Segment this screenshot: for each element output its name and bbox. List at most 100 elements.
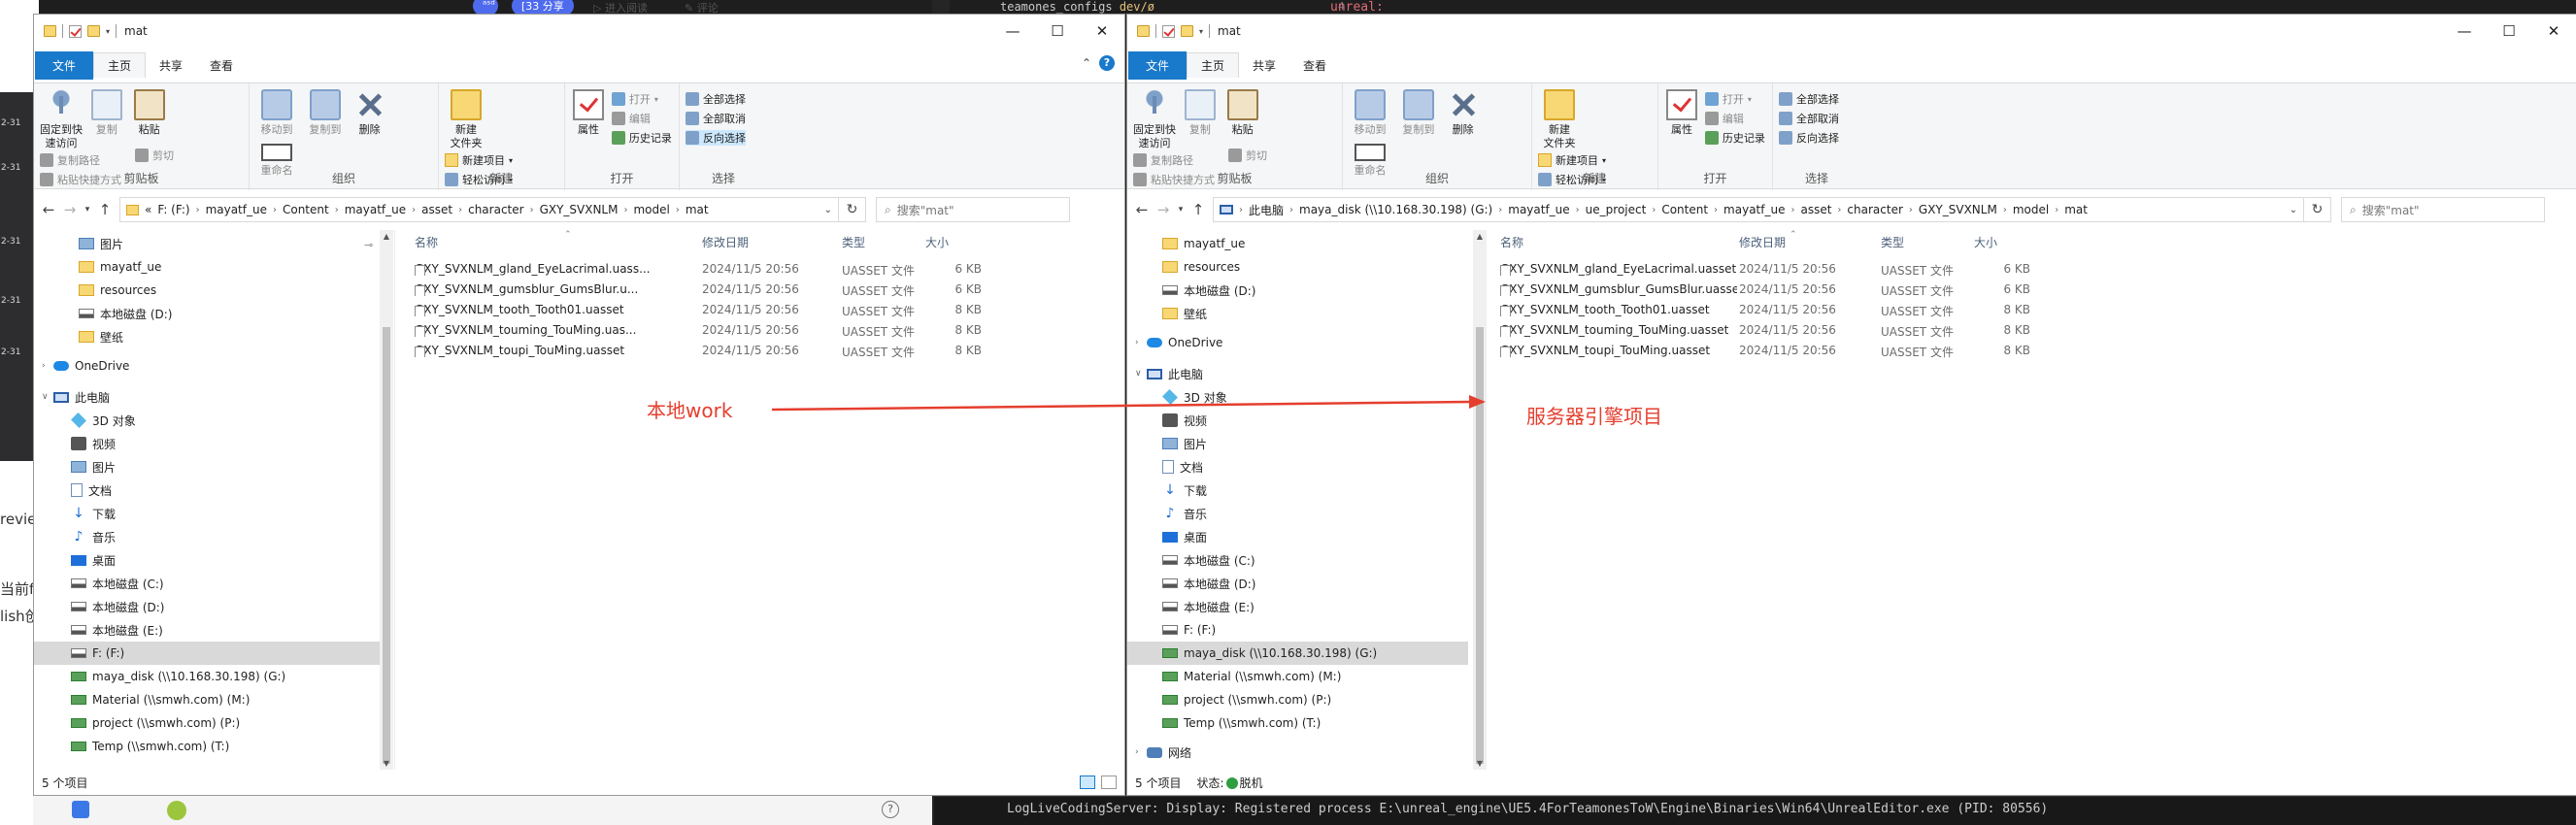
nav-item[interactable]: maya_disk (\\10.168.30.198) (G:) — [34, 665, 381, 688]
maximize-button[interactable]: ☐ — [1035, 15, 1080, 48]
move-to-button[interactable]: 移动到 — [255, 89, 298, 137]
new-folder-button[interactable]: 新建 文件夹 — [1538, 89, 1581, 150]
cut-button[interactable]: 剪切 — [135, 148, 174, 163]
nav-item[interactable]: 壁纸 — [34, 325, 381, 348]
address-dropdown-icon[interactable]: ⌄ — [2290, 205, 2297, 215]
chevron-right-icon[interactable]: › — [623, 205, 627, 215]
breadcrumb[interactable]: maya_disk (\\10.168.30.198) (G:) — [1299, 203, 1492, 216]
nav-item[interactable]: F: (F:) — [1127, 618, 1468, 642]
properties-icon[interactable] — [1162, 24, 1175, 38]
nav-item[interactable]: project (\\smwh.com) (P:) — [1127, 688, 1468, 711]
nav-item[interactable]: 图片 — [34, 455, 381, 478]
copy-to-button[interactable]: 复制到 — [304, 89, 347, 137]
breadcrumb[interactable]: GXY_SVXNLM — [540, 203, 619, 216]
forward-button[interactable]: → — [59, 201, 81, 218]
nav-item[interactable]: 3D 对象 — [34, 409, 381, 432]
thumb-up-icon[interactable] — [72, 801, 89, 818]
breadcrumb[interactable]: Content — [1661, 203, 1708, 216]
invert-selection-button[interactable]: 反向选择 — [1779, 130, 1839, 146]
select-all-button[interactable]: 全部选择 — [1779, 91, 1839, 107]
open-button[interactable]: 打开 ▾ — [611, 91, 672, 107]
nav-item[interactable]: › 网络 — [1127, 741, 1468, 764]
nav-item[interactable]: ∨ 此电脑 — [1127, 362, 1468, 385]
copy-to-button[interactable]: 复制到 — [1397, 89, 1440, 137]
nav-item[interactable]: mayatf_ue — [34, 255, 381, 279]
properties-button[interactable]: 属性 — [1664, 89, 1699, 137]
nav-item[interactable]: 本地磁盘 (E:) — [1127, 595, 1468, 618]
column-header-size[interactable]: 大小 — [925, 230, 949, 253]
expand-icon[interactable]: ∨ — [42, 392, 49, 402]
breadcrumb[interactable]: asset — [1800, 203, 1831, 216]
chevron-right-icon[interactable]: › — [2055, 205, 2058, 215]
breadcrumb[interactable]: model — [633, 203, 669, 216]
nav-item[interactable]: Material (\\smwh.com) (M:) — [1127, 665, 1468, 688]
breadcrumb[interactable]: asset — [421, 203, 452, 216]
paste-button[interactable]: 粘贴 — [1224, 89, 1261, 137]
nav-item[interactable]: 本地磁盘 (D:) — [34, 302, 381, 325]
edit-button[interactable]: 编辑 — [611, 111, 672, 126]
chevron-right-icon[interactable]: › — [1576, 205, 1580, 215]
tab-share[interactable]: 共享 — [1239, 53, 1289, 78]
nav-item[interactable]: 本地磁盘 (D:) — [1127, 572, 1468, 595]
tab-share[interactable]: 共享 — [146, 53, 196, 78]
recent-locations-dropdown[interactable]: ▾ — [81, 205, 94, 214]
file-row[interactable]: GXY_SVXNLM_toupi_TouMing.uasset 2024/11/5… — [1490, 341, 2576, 361]
breadcrumb[interactable]: GXY_SVXNLM — [1919, 203, 1997, 216]
file-row[interactable]: GXY_SVXNLM_gumsblur_GumsBlur.uasset 2024/… — [1490, 280, 2576, 300]
chevron-right-icon[interactable]: › — [1837, 205, 1841, 215]
nav-item[interactable]: Temp (\\smwh.com) (T:) — [34, 735, 381, 758]
breadcrumb[interactable]: mat — [686, 203, 709, 216]
nav-item[interactable]: 3D 对象 — [1127, 385, 1468, 409]
file-row[interactable]: GXY_SVXNLM_tooth_Tooth01.uasset 2024/11/5… — [403, 300, 1124, 320]
chevron-right-icon[interactable]: › — [196, 205, 200, 215]
delete-button[interactable]: 删除 — [352, 89, 387, 137]
chevron-right-icon[interactable]: › — [1909, 205, 1913, 215]
chevron-right-icon[interactable]: › — [1652, 205, 1656, 215]
nav-item[interactable]: 本地磁盘 (D:) — [34, 595, 381, 618]
file-row[interactable]: GXY_SVXNLM_gumsblur_GumsBlur.u... 2024/11… — [403, 280, 1124, 300]
move-to-button[interactable]: 移动到 — [1349, 89, 1391, 137]
chevron-right-icon[interactable]: › — [1135, 747, 1139, 757]
scrollbar-thumb[interactable] — [383, 327, 390, 764]
nav-item[interactable]: 桌面 — [34, 548, 381, 572]
properties-icon[interactable] — [69, 24, 82, 38]
chevron-right-icon[interactable]: › — [530, 205, 534, 215]
tab-file[interactable]: 文件 — [35, 50, 94, 80]
nav-item[interactable]: 视频 — [34, 432, 381, 455]
collapse-ribbon-icon[interactable]: ⌃ — [1082, 56, 1091, 70]
nav-item[interactable]: 图片 — [34, 232, 381, 255]
nav-item[interactable]: 图片 — [1127, 432, 1468, 455]
scroll-up-icon[interactable]: ▲ — [1473, 232, 1487, 241]
breadcrumb[interactable]: Content — [283, 203, 329, 216]
chevron-right-icon[interactable]: › — [1790, 205, 1794, 215]
copy-button[interactable]: 复制 — [88, 89, 125, 137]
chevron-right-icon[interactable]: › — [335, 205, 339, 215]
new-item-button[interactable]: 新建项目 ▾ — [1538, 152, 1606, 168]
nav-item[interactable]: ↓ 下载 — [1127, 478, 1468, 502]
nav-item[interactable]: F: (F:) — [34, 642, 381, 665]
column-header-type[interactable]: 类型 — [842, 230, 865, 253]
nav-item[interactable]: Material (\\smwh.com) (M:) — [34, 688, 381, 711]
chevron-right-icon[interactable]: › — [273, 205, 277, 215]
breadcrumb[interactable]: mayatf_ue — [1508, 203, 1569, 216]
breadcrumb[interactable]: mat — [2064, 203, 2088, 216]
scroll-down-icon[interactable]: ▼ — [1473, 759, 1487, 768]
minimize-button[interactable]: — — [990, 15, 1035, 48]
refresh-button[interactable]: ↻ — [2304, 197, 2331, 222]
column-header-name[interactable]: 名称 — [1500, 230, 1523, 253]
address-bar[interactable]: › 此电脑 › maya_disk (\\10.168.30.198) (G:) ›… — [1213, 197, 2304, 222]
scroll-down-icon[interactable]: ▼ — [380, 759, 393, 768]
customize-dropdown-icon[interactable]: ▾ — [1199, 27, 1203, 36]
new-folder-button[interactable]: 新建 文件夹 — [445, 89, 487, 150]
nav-item[interactable]: Temp (\\smwh.com) (T:) — [1127, 711, 1468, 735]
column-header-name[interactable]: 名称 — [415, 230, 438, 253]
column-header-type[interactable]: 类型 — [1881, 230, 1904, 253]
nav-scrollbar[interactable]: ▲ ▼ — [380, 230, 393, 770]
nav-item[interactable]: 壁纸 — [1127, 302, 1468, 325]
chevron-right-icon[interactable]: › — [42, 361, 46, 371]
pin-icon[interactable]: ⊸ — [364, 239, 373, 251]
minimize-button[interactable]: — — [2442, 15, 2487, 48]
search-box[interactable]: ⌕ 搜索"mat" — [876, 197, 1070, 222]
chevron-right-icon[interactable]: › — [1498, 205, 1502, 215]
tab-view[interactable]: 查看 — [1289, 53, 1340, 78]
